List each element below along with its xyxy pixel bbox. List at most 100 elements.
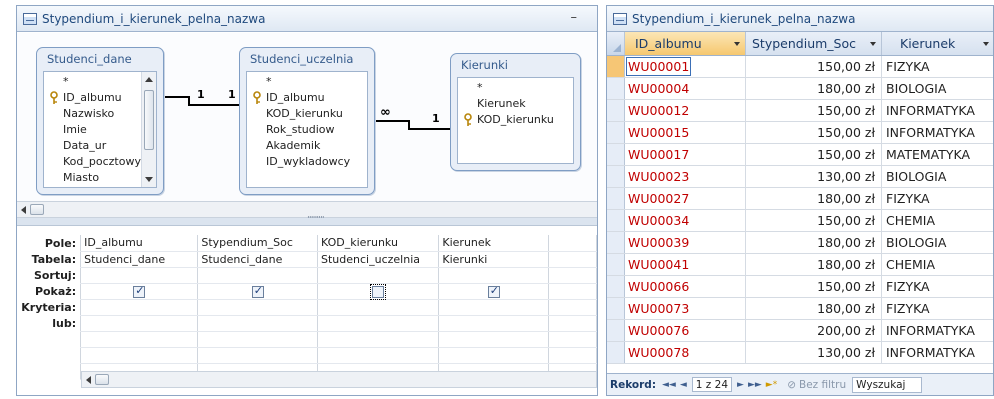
table-field[interactable]: ID_albumu [247,90,367,106]
scroll-thumb[interactable] [30,204,44,215]
table-field[interactable]: Nazwisko [44,106,156,122]
cell-value[interactable]: WU00001 [625,57,692,76]
grid-cell[interactable] [80,299,199,316]
datasheet-cell[interactable]: WU00039 [625,232,746,253]
grid-cell[interactable] [548,299,597,316]
row-selector[interactable] [607,254,625,275]
table-field[interactable]: * [44,74,156,90]
scroll-down-icon[interactable] [145,177,153,182]
row-selector[interactable] [607,122,625,143]
datasheet-cell[interactable]: 180,00 zł [746,298,882,319]
row-selector[interactable] [607,342,625,363]
pane-splitter[interactable]: ········· [17,213,597,226]
table-field[interactable]: KOD_kierunku [458,112,573,128]
datasheet-cell[interactable]: BIOLOGIA [882,78,993,99]
show-checkbox[interactable] [487,284,500,298]
column-header[interactable]: Stypendium_Soc [746,32,882,55]
grid-cell[interactable] [548,267,597,284]
grid-cell[interactable] [548,315,597,332]
datasheet-row[interactable]: WU00076 200,00 zł INFORMATYKA [607,320,993,342]
scroll-left-icon[interactable] [21,206,26,214]
datasheet-cell[interactable]: FIZYKA [882,276,993,297]
table-field[interactable]: * [458,80,573,96]
datasheet-cell[interactable]: INFORMATYKA [882,100,993,121]
datasheet-cell[interactable]: INFORMATYKA [882,320,993,341]
table-field[interactable]: Rok_studiow [247,122,367,138]
datasheet-cell[interactable]: 150,00 zł [746,56,882,77]
datasheet-cell[interactable]: WU00023 [625,166,746,187]
grid-cell[interactable] [317,347,440,364]
grid-cell[interactable] [197,347,319,364]
datasheet-row[interactable]: WU00039 180,00 zł BIOLOGIA [607,232,993,254]
datasheet-cell[interactable]: BIOLOGIA [882,166,993,187]
grid-cell[interactable]: KOD_kierunku [317,235,440,252]
column-filter-dropdown-icon[interactable] [870,42,876,46]
column-filter-dropdown-icon[interactable] [734,42,740,46]
datasheet-cell[interactable]: WU00078 [625,342,746,363]
row-selector[interactable] [607,166,625,187]
datasheet-cell[interactable]: 180,00 zł [746,78,882,99]
splitter-grip[interactable]: ········· [307,213,325,223]
datasheet-cell[interactable]: FIZYKA [882,298,993,319]
datasheet-row[interactable]: WU00066 150,00 zł FIZYKA [607,276,993,298]
table-kierunki[interactable]: Kierunki * Kierunek KOD_kierunku [450,53,581,171]
grid-cell[interactable] [317,299,440,316]
table-field[interactable]: Imie [44,122,156,138]
column-header[interactable]: Kierunek [882,32,993,55]
grid-cell[interactable] [80,347,199,364]
table-field[interactable]: ID_wykladowcy [247,154,367,170]
grid-cell[interactable]: Studenci_dane [197,251,319,268]
row-selector[interactable] [607,188,625,209]
grid-cell[interactable] [317,331,440,348]
datasheet-row[interactable]: WU00034 150,00 zł CHEMIA [607,210,993,232]
grid-cell[interactable] [438,267,550,284]
table-studenci-uczelnia[interactable]: Studenci_uczelnia * ID_albumu KOD_kierunku… [239,47,375,195]
datasheet-cell[interactable]: 150,00 zł [746,100,882,121]
grid-cell[interactable] [548,251,597,268]
grid-cell[interactable] [197,315,319,332]
grid-cell[interactable] [80,315,199,332]
grid-cell[interactable] [438,347,550,364]
field-list-scrollbar[interactable] [141,72,156,187]
minimize-button[interactable]: – [571,10,578,25]
datasheet-cell[interactable]: WU00066 [625,276,746,297]
show-checkbox[interactable] [251,284,264,298]
row-selector[interactable] [607,100,625,121]
datasheet-cell[interactable]: CHEMIA [882,210,993,231]
new-record-button[interactable]: ►* [766,380,777,390]
select-all-button[interactable] [607,32,625,55]
grid-horizontal-scrollbar[interactable] [81,371,597,388]
grid-cell[interactable] [548,331,597,348]
grid-cell[interactable] [317,267,440,284]
datasheet-cell[interactable]: 130,00 zł [746,342,882,363]
row-selector[interactable] [607,276,625,297]
datasheet-cell[interactable]: 180,00 zł [746,188,882,209]
table-field[interactable]: Kod_pocztowy [44,154,156,170]
grid-cell[interactable] [197,299,319,316]
table-field[interactable]: ID_albumu [44,90,156,106]
datasheet-cell[interactable]: WU00004 [625,78,746,99]
datasheet-cell[interactable]: BIOLOGIA [882,232,993,253]
datasheet-row[interactable]: WU00023 130,00 zł BIOLOGIA [607,166,993,188]
row-selector[interactable] [607,320,625,341]
datasheet-cell[interactable]: WU00012 [625,100,746,121]
row-selector[interactable] [607,144,625,165]
grid-cell[interactable] [197,267,319,284]
grid-cell[interactable]: Stypendium_Soc [197,235,319,252]
row-selector[interactable] [607,56,625,77]
column-filter-dropdown-icon[interactable] [983,42,989,46]
scroll-thumb[interactable] [95,374,109,385]
datasheet-row[interactable]: WU00015 150,00 zł INFORMATYKA [607,122,993,144]
datasheet-cell[interactable]: MATEMATYKA [882,144,993,165]
datasheet-cell[interactable]: WU00076 [625,320,746,341]
table-field[interactable]: Akademik [247,138,367,154]
scroll-up-icon[interactable] [145,77,153,82]
grid-cell[interactable] [317,315,440,332]
grid-cell[interactable]: ID_albumu [80,235,199,252]
grid-cell[interactable] [80,267,199,284]
grid-cell[interactable] [197,283,319,300]
grid-cell[interactable] [438,331,550,348]
grid-cell[interactable] [548,235,597,252]
datasheet-cell[interactable]: WU00041 [625,254,746,275]
show-checkbox[interactable] [370,283,387,300]
